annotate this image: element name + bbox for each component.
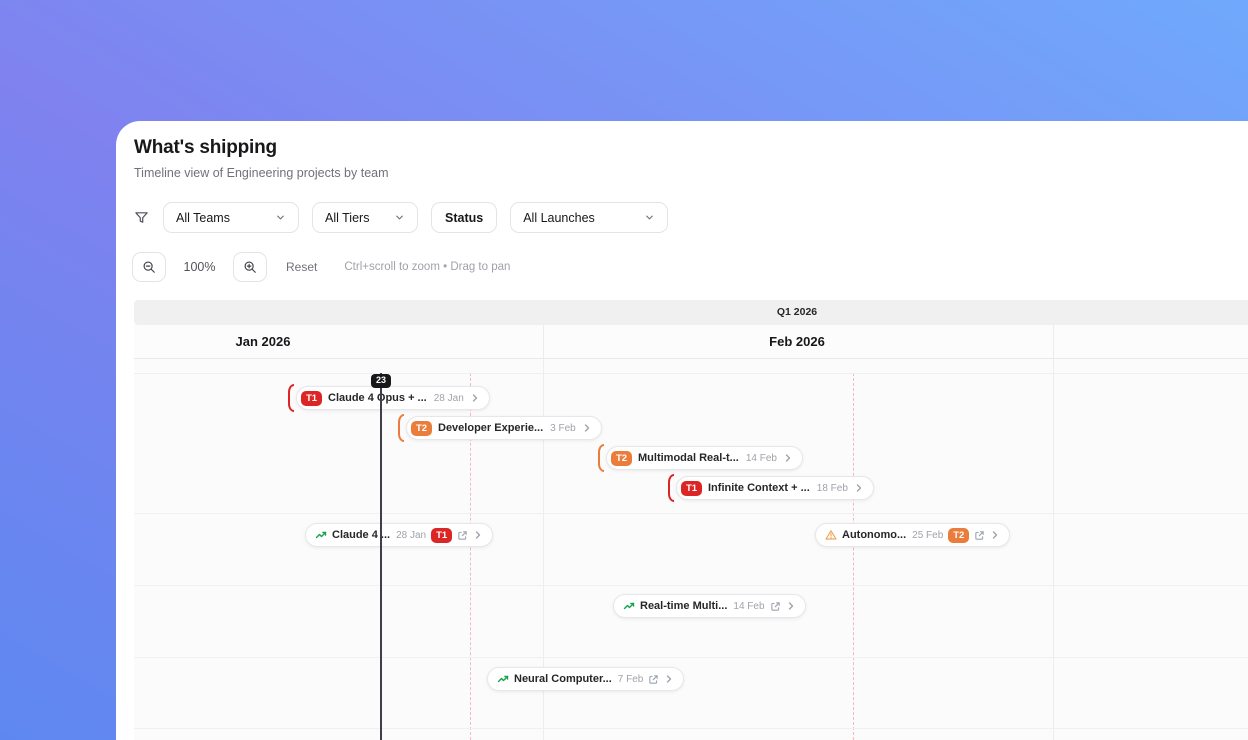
timeline-bar[interactable]: T2 Multimodal Real-t... 14 Feb	[598, 444, 803, 472]
lane-separator	[134, 585, 1248, 586]
launch-pill[interactable]: Claude 4 ... 28 Jan T1	[305, 523, 494, 547]
chevron-right-icon	[664, 674, 674, 684]
main-card: What's shipping Timeline view of Enginee…	[116, 121, 1248, 740]
launch-pill-body: Claude 4 ... 28 Jan T1	[305, 523, 494, 547]
month-grid-line	[1053, 359, 1054, 740]
bar-date: 14 Feb	[745, 452, 777, 464]
today-date-badge: 23	[370, 374, 392, 388]
launch-pill[interactable]: Autonomo... 25 Feb T2	[815, 523, 1011, 547]
launch-pill[interactable]: Real-time Multi... 14 Feb	[613, 594, 806, 618]
tier-badge: T2	[611, 450, 632, 466]
team-filter-dropdown[interactable]: All Teams	[163, 202, 299, 233]
chevron-right-icon	[783, 453, 793, 463]
chevron-right-icon	[470, 393, 480, 403]
bar-label: Claude 4 Opus + ...	[328, 392, 427, 404]
month-boundary-line	[1053, 325, 1054, 358]
tier-filter-dropdown[interactable]: All Tiers	[312, 202, 418, 233]
launch-date: 14 Feb	[733, 600, 765, 612]
timeline-bar[interactable]: T1 Claude 4 Opus + ... 28 Jan	[288, 384, 490, 412]
bar-pill: T2 Multimodal Real-t... 14 Feb	[606, 446, 803, 470]
trending-up-icon	[315, 529, 327, 541]
zoom-toolbar: 100% Reset Ctrl+scroll to zoom • Drag to…	[132, 252, 510, 282]
chevron-right-icon	[786, 601, 796, 611]
bar-date: 3 Feb	[550, 422, 576, 434]
bar-label: Developer Experie...	[438, 422, 544, 434]
today-marker-line	[380, 373, 382, 740]
quarter-header: Q1 2026	[134, 300, 1248, 325]
bar-date: 28 Jan	[433, 392, 464, 404]
timeline-bar[interactable]: T1 Infinite Context + ... 18 Feb	[668, 474, 874, 502]
external-link-icon	[648, 674, 659, 685]
trending-up-icon	[497, 673, 509, 685]
zoom-hint: Ctrl+scroll to zoom • Drag to pan	[344, 261, 511, 273]
launch-date: 25 Feb	[912, 529, 944, 541]
tier-badge: T1	[301, 390, 322, 406]
launch-label: Autonomo...	[842, 529, 907, 541]
external-link-icon	[457, 530, 468, 541]
chevron-right-icon	[990, 530, 1000, 540]
month-header-jan: Jan 2026	[235, 334, 291, 349]
zoom-level: 100%	[183, 260, 216, 274]
bar-start-bracket	[598, 444, 604, 472]
launch-pill-body: Real-time Multi... 14 Feb	[613, 594, 806, 618]
chevron-right-icon	[582, 423, 592, 433]
chevron-down-icon	[394, 212, 405, 223]
bar-start-bracket	[398, 414, 404, 442]
launch-filter-label: All Launches	[523, 210, 595, 225]
tier-badge: T1	[431, 527, 453, 543]
timeline-body[interactable]: 23 T1 Claude 4 Opus + ... 28 Jan T2 Developer…	[134, 359, 1248, 740]
tier-badge: T2	[411, 420, 432, 436]
launch-date: 7 Feb	[617, 673, 644, 685]
bar-date: 18 Feb	[816, 482, 848, 494]
deadline-marker-line	[853, 373, 854, 740]
tier-filter-label: All Tiers	[325, 210, 370, 225]
reset-button[interactable]: Reset	[286, 260, 317, 274]
filter-icon	[132, 210, 150, 225]
launch-label: Real-time Multi...	[640, 600, 728, 612]
filter-bar: All Teams All Tiers Status All Launches	[132, 202, 669, 233]
launch-label: Neural Computer...	[514, 673, 612, 685]
launch-pill-body: Autonomo... 25 Feb T2	[815, 523, 1011, 547]
month-header-feb: Feb 2026	[769, 334, 825, 349]
chevron-right-icon	[473, 530, 483, 540]
warning-icon	[825, 529, 837, 541]
zoom-out-button[interactable]	[132, 252, 166, 282]
tier-badge: T1	[681, 480, 702, 496]
zoom-in-button[interactable]	[233, 252, 267, 282]
launch-pill[interactable]: Neural Computer... 7 Feb	[487, 667, 685, 691]
month-boundary-line	[543, 325, 544, 358]
status-filter-button[interactable]: Status	[431, 202, 498, 233]
lane-separator	[134, 513, 1248, 514]
timeline-bar[interactable]: T2 Developer Experie... 3 Feb	[398, 414, 602, 442]
lane-separator	[134, 728, 1248, 729]
external-link-icon	[770, 601, 781, 612]
team-filter-label: All Teams	[176, 210, 230, 225]
bar-pill: T2 Developer Experie... 3 Feb	[406, 416, 602, 440]
lane-separator	[134, 373, 1248, 374]
launch-filter-dropdown[interactable]: All Launches	[510, 202, 669, 233]
zoom-out-icon	[143, 261, 155, 273]
launch-date: 28 Jan	[396, 529, 427, 541]
launch-pill-body: Neural Computer... 7 Feb	[487, 667, 685, 691]
bar-start-bracket	[668, 474, 674, 502]
lane-separator	[134, 657, 1248, 658]
bar-pill: T1 Claude 4 Opus + ... 28 Jan	[296, 386, 490, 410]
trending-up-icon	[623, 600, 635, 612]
page-title: What's shipping	[134, 137, 277, 158]
tier-badge: T2	[948, 527, 970, 543]
chevron-right-icon	[854, 483, 864, 493]
external-link-icon	[974, 530, 985, 541]
page-subtitle: Timeline view of Engineering projects by…	[134, 166, 389, 180]
chevron-down-icon	[644, 212, 655, 223]
bar-label: Infinite Context + ...	[708, 482, 810, 494]
zoom-in-icon	[244, 261, 256, 273]
bar-pill: T1 Infinite Context + ... 18 Feb	[676, 476, 874, 500]
bar-start-bracket	[288, 384, 294, 412]
quarter-label: Q1 2026	[776, 306, 818, 318]
status-filter-label: Status	[445, 210, 484, 225]
bar-label: Multimodal Real-t...	[638, 452, 739, 464]
month-header-row: Jan 2026 Feb 2026	[134, 325, 1248, 359]
chevron-down-icon	[275, 212, 286, 223]
